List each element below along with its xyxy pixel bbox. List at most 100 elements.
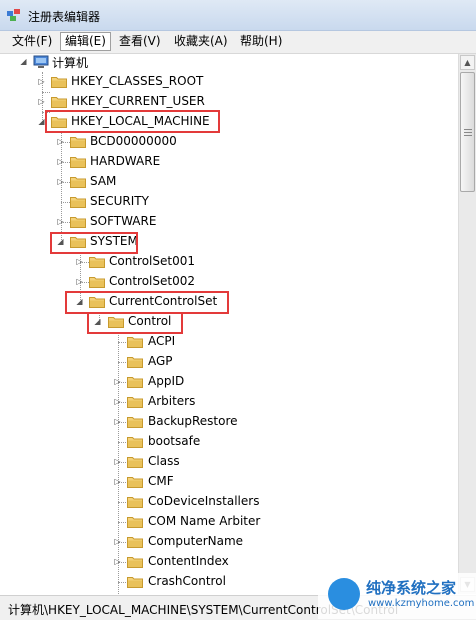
tree-node-label: 计算机 [52,56,89,70]
tree-node-agp[interactable]: AGP [0,352,458,372]
expand-arrow-icon[interactable]: ▷ [75,277,84,286]
menu-favorites[interactable]: 收藏夹(A) [170,33,232,50]
tree-node-computername[interactable]: ▷ ComputerName [0,532,458,552]
folder-icon [127,395,143,408]
expand-arrow-icon[interactable]: ▷ [113,377,122,386]
tree-node-arbiters[interactable]: ▷ Arbiters [0,392,458,412]
menu-file[interactable]: 文件(F) [8,33,56,50]
tree-node-controlset002[interactable]: ▷ ControlSet002 [0,272,458,292]
menu-edit[interactable]: 编辑(E) [60,32,111,51]
menu-help[interactable]: 帮助(H) [236,33,286,50]
tree-node-label: AppID [148,374,185,388]
tree-node-label: HKEY_CURRENT_USER [71,94,205,108]
folder-icon [70,175,86,188]
expand-arrow-icon[interactable]: ▷ [56,177,65,186]
tree-node-security[interactable]: SECURITY [0,192,458,212]
tree-node-label: SAM [90,174,117,188]
tree-node-label: ComputerName [148,534,244,548]
window-title: 注册表编辑器 [28,10,101,24]
menu-bar: 文件(F) 编辑(E) 查看(V) 收藏夹(A) 帮助(H) [0,31,476,54]
expand-arrow-icon[interactable]: ▷ [56,217,65,226]
menu-view[interactable]: 查看(V) [115,33,165,50]
tree-node-label: ControlSet001 [109,254,195,268]
tree-node-label: ACPI [148,334,176,348]
folder-icon [51,95,67,108]
collapse-arrow-icon[interactable]: ◢ [19,57,28,66]
tree-node-computer[interactable]: ◢ 计算机 [0,54,458,72]
expand-arrow-icon[interactable]: ▷ [113,557,122,566]
folder-icon [51,75,67,88]
tree-node-acpi[interactable]: ACPI [0,332,458,352]
tree-node-contentindex[interactable]: ▷ ContentIndex [0,552,458,572]
scroll-up-button[interactable]: ▲ [460,55,475,70]
folder-icon [127,495,143,508]
highlight-currentcontrolset [65,291,229,314]
expand-arrow-icon[interactable]: ▷ [113,397,122,406]
expand-arrow-icon[interactable]: ▷ [37,97,46,106]
tree-node-class[interactable]: ▷ Class [0,452,458,472]
tree-node-label: BCD00000000 [90,134,177,148]
tree-node-software[interactable]: ▷ SOFTWARE [0,212,458,232]
tree-node-label: ContentIndex [148,554,229,568]
folder-icon [127,575,143,588]
tree-node-backuprestore[interactable]: ▷ BackupRestore [0,412,458,432]
expand-arrow-icon[interactable]: ▷ [56,157,65,166]
tree-node-label: Arbiters [148,394,196,408]
tree-node-appid[interactable]: ▷ AppID [0,372,458,392]
folder-icon [127,435,143,448]
tree-node-hkey-classes-root[interactable]: ▷ HKEY_CLASSES_ROOT [0,72,458,92]
expand-arrow-icon[interactable]: ▷ [75,257,84,266]
tree-node-label: SECURITY [90,194,149,208]
highlight-system [50,232,138,254]
folder-icon [70,195,86,208]
folder-icon [127,555,143,568]
registry-tree[interactable]: ◢ 计算机 ▷ HKEY_CLASSES_ROOT ▷ HKEY_CURRENT_USER… [0,54,458,594]
tree-node-label: HKEY_CLASSES_ROOT [71,74,204,88]
title-bar: 注册表编辑器 [0,0,476,31]
folder-icon [127,535,143,548]
expand-arrow-icon[interactable]: ▷ [113,457,122,466]
highlight-hkey-local-machine [45,110,220,133]
tree-node-label: BackupRestore [148,414,238,428]
tree-node-label: CrashControl [148,574,226,588]
tree-node-label: bootsafe [148,434,201,448]
expand-arrow-icon[interactable]: ▷ [113,477,122,486]
expand-arrow-icon[interactable]: ▷ [113,417,122,426]
folder-icon [127,515,143,528]
tree-node-label: ControlSet002 [109,274,195,288]
folder-icon [127,335,143,348]
tree-node-bcd[interactable]: ▷ BCD00000000 [0,132,458,152]
scroll-thumb[interactable] [460,72,475,192]
tree-node-controlset001[interactable]: ▷ ControlSet001 [0,252,458,272]
folder-icon [127,415,143,428]
folder-icon [70,215,86,228]
folder-icon [89,255,105,268]
tree-node-bootsafe[interactable]: bootsafe [0,432,458,452]
vertical-scrollbar[interactable]: ▲ ▼ [458,54,476,594]
tree-node-label: HARDWARE [90,154,161,168]
tree-node-com-name-arbiter[interactable]: COM Name Arbiter [0,512,458,532]
expand-arrow-icon[interactable]: ▷ [56,137,65,146]
tree-node-label: SOFTWARE [90,214,157,228]
tree-node-control[interactable]: ◢ Control [0,312,458,332]
tree-node-hardware[interactable]: ▷ HARDWARE [0,152,458,172]
folder-icon [127,455,143,468]
expand-arrow-icon[interactable]: ▷ [37,77,46,86]
folder-icon [89,275,105,288]
folder-icon [127,355,143,368]
tree-node-label: COM Name Arbiter [148,514,261,528]
expand-arrow-icon[interactable]: ▷ [113,537,122,546]
tree-node-cmf[interactable]: ▷ CMF [0,472,458,492]
folder-icon [70,135,86,148]
folder-icon [127,375,143,388]
registry-editor-icon [7,9,20,21]
watermark-url: www.kzmyhome.com [368,598,475,609]
tree-node-hkey-current-user[interactable]: ▷ HKEY_CURRENT_USER [0,92,458,112]
tree-node-codeviceinstallers[interactable]: CoDeviceInstallers [0,492,458,512]
tree-node-label: AGP [148,354,173,368]
tree-node-sam[interactable]: ▷ SAM [0,172,458,192]
tree-node-label: Class [148,454,180,468]
watermark-logo-icon [328,578,360,610]
tree-node-label: CMF [148,474,174,488]
watermark-name: 纯净系统之家 [366,579,457,597]
